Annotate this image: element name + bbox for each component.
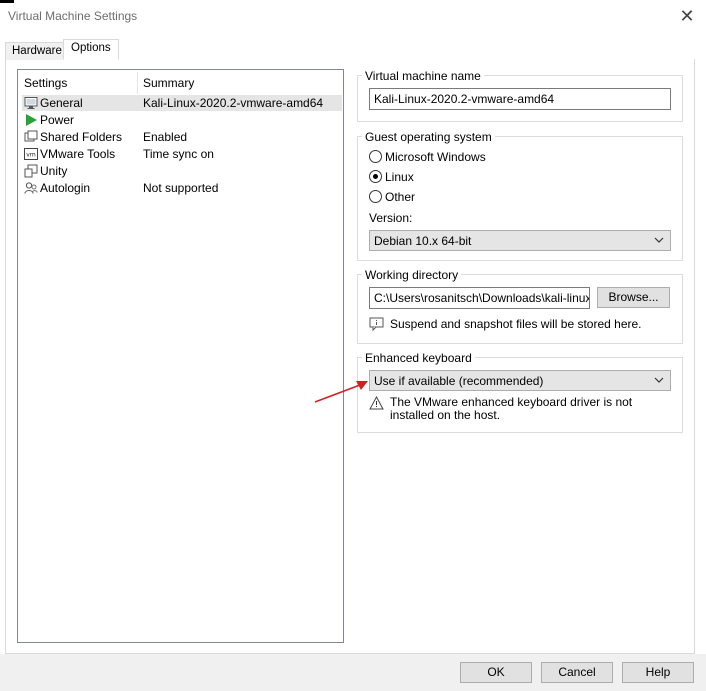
enhanced-keyboard-dropdown[interactable]: Use if available (recommended) (369, 370, 671, 391)
users-icon (24, 182, 38, 194)
settings-summary: Kali-Linux-2020.2-vmware-amd64 (143, 96, 324, 110)
close-button[interactable]: ✕ (677, 6, 697, 26)
settings-row-general[interactable]: General Kali-Linux-2020.2-vmware-amd64 (22, 95, 342, 111)
vm-name-input[interactable]: Kali-Linux-2020.2-vmware-amd64 (369, 88, 671, 110)
settings-row-unity[interactable]: Unity (22, 163, 342, 179)
version-label: Version: (369, 211, 413, 225)
info-bubble-icon (369, 317, 384, 331)
vmware-tools-icon: vm (24, 148, 38, 160)
svg-text:vm: vm (26, 152, 36, 159)
radio-microsoft-windows[interactable]: Microsoft Windows (369, 149, 569, 165)
guest-os-group-title: Guest operating system (362, 130, 495, 144)
settings-label: Power (40, 113, 75, 127)
radio-circle (369, 170, 382, 183)
radio-other[interactable]: Other (369, 189, 569, 205)
enhanced-keyboard-value: Use if available (recommended) (374, 374, 544, 388)
radio-label: Other (385, 190, 416, 204)
vm-name-group-title: Virtual machine name (362, 69, 484, 83)
working-directory-group-title: Working directory (362, 268, 462, 282)
ok-button[interactable]: OK (460, 662, 532, 683)
working-directory-hint: Suspend and snapshot files will be store… (390, 317, 642, 331)
settings-row-shared-folders[interactable]: Shared Folders Enabled (22, 129, 342, 145)
folder-icon (24, 130, 38, 142)
radio-circle (369, 190, 382, 203)
settings-label: Shared Folders (40, 130, 123, 144)
tab-options[interactable]: Options (63, 39, 119, 60)
monitor-icon (24, 97, 38, 109)
cancel-button[interactable]: Cancel (541, 662, 613, 683)
enhanced-keyboard-group-title: Enhanced keyboard (362, 351, 475, 365)
settings-summary: Not supported (143, 181, 219, 195)
window-corner-mark (0, 0, 14, 3)
settings-label: VMware Tools (40, 147, 116, 161)
working-directory-input[interactable]: C:\Users\rosanitsch\Downloads\kali-linux… (369, 287, 590, 309)
radio-label: Linux (385, 170, 414, 184)
unity-icon (24, 164, 38, 178)
help-button[interactable]: Help (622, 662, 694, 683)
close-icon: ✕ (679, 6, 695, 26)
working-directory-group (357, 274, 683, 344)
chevron-down-icon (654, 377, 664, 383)
settings-summary: Enabled (143, 130, 188, 144)
column-divider[interactable] (137, 72, 138, 94)
settings-row-power[interactable]: Power (22, 112, 342, 128)
settings-row-vmware-tools[interactable]: vm VMware Tools Time sync on (22, 146, 342, 162)
settings-summary: Time sync on (143, 147, 214, 161)
radio-circle (369, 150, 382, 163)
enhanced-keyboard-warning: The VMware enhanced keyboard driver is n… (390, 395, 633, 422)
settings-label: Autologin (40, 181, 91, 195)
play-icon (26, 114, 37, 126)
settings-label: General (40, 96, 83, 110)
settings-row-autologin[interactable]: Autologin Not supported (22, 180, 342, 196)
annotation-arrow-icon (314, 381, 368, 403)
tab-hardware[interactable]: Hardware (5, 42, 69, 60)
column-header-summary[interactable]: Summary (143, 76, 194, 90)
chevron-down-icon (654, 237, 664, 243)
column-header-settings[interactable]: Settings (24, 76, 67, 90)
window-title: Virtual Machine Settings (8, 9, 138, 23)
settings-label: Unity (40, 164, 68, 178)
version-dropdown[interactable]: Debian 10.x 64-bit (369, 230, 671, 251)
version-dropdown-value: Debian 10.x 64-bit (374, 234, 472, 248)
radio-selected-dot (373, 174, 378, 179)
radio-linux[interactable]: Linux (369, 169, 569, 185)
browse-button[interactable]: Browse... (597, 287, 670, 308)
radio-label: Microsoft Windows (385, 150, 486, 164)
